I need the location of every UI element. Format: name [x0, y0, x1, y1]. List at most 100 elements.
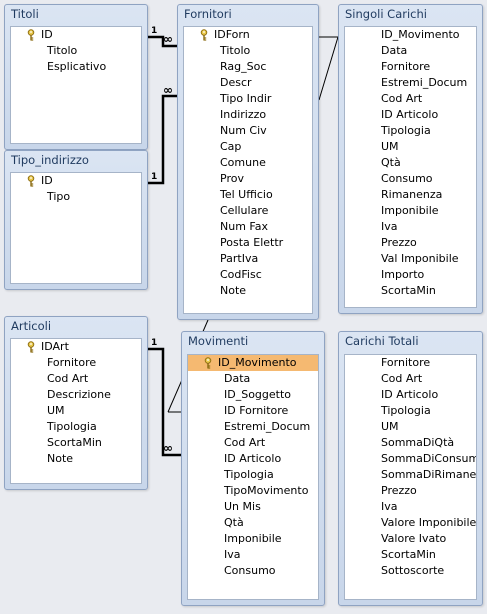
field-row[interactable]: TipoMovimento	[188, 483, 318, 499]
field-row[interactable]: Rimanenza	[345, 187, 476, 203]
field-row[interactable]: Consumo	[188, 563, 318, 579]
field-row[interactable]: Imponibile	[188, 531, 318, 547]
table-titoli[interactable]: Titoli ID Titolo Esplicativo	[4, 4, 148, 150]
field-row[interactable]: Importo	[345, 267, 476, 283]
field-row[interactable]: Iva	[188, 547, 318, 563]
field-row[interactable]: Prezzo	[345, 235, 476, 251]
field-row[interactable]: ID Articolo	[345, 107, 476, 123]
field-list[interactable]: ID Tipo	[10, 172, 142, 284]
table-title[interactable]: Movimenti	[182, 332, 324, 350]
field-row[interactable]: Titolo	[11, 43, 141, 59]
field-row[interactable]: Tipo	[11, 189, 141, 205]
field-row[interactable]: Qtà	[188, 515, 318, 531]
field-row[interactable]: Tipologia	[345, 123, 476, 139]
field-row[interactable]: ID Articolo	[188, 451, 318, 467]
relationship-tipo_indirizzo-fornitori[interactable]: 1 ∞	[148, 83, 177, 185]
table-singoli_carichi[interactable]: Singoli Carichi ID_Movimento Data Fornitor…	[338, 4, 483, 314]
field-row[interactable]: ScortaMin	[345, 547, 476, 563]
field-row[interactable]: Tel Ufficio	[184, 187, 312, 203]
field-row[interactable]: SommaDiQtà	[345, 435, 476, 451]
field-row[interactable]: Cod Art	[345, 371, 476, 387]
table-title[interactable]: Carichi Totali	[339, 332, 482, 350]
field-row[interactable]: SommaDiRimanenza	[345, 467, 476, 483]
field-list[interactable]: Fornitore Cod Art ID Articolo Tipologia UM So…	[344, 354, 477, 600]
table-title[interactable]: Fornitori	[178, 5, 318, 23]
field-row[interactable]: Descr	[184, 75, 312, 91]
field-row[interactable]: Sottoscorte	[345, 563, 476, 579]
table-title[interactable]: Singoli Carichi	[339, 5, 482, 23]
field-row[interactable]: Prov	[184, 171, 312, 187]
field-row[interactable]: Esplicativo	[11, 59, 141, 75]
field-row[interactable]: Estremi_Docum	[188, 419, 318, 435]
field-row[interactable]: UM	[11, 403, 141, 419]
field-row[interactable]: Fornitore	[345, 59, 476, 75]
field-row[interactable]: Note	[11, 451, 141, 467]
field-row[interactable]: ID Articolo	[345, 387, 476, 403]
field-row[interactable]: Tipo Indir	[184, 91, 312, 107]
relationship-articoli-movimenti[interactable]: 1 ∞	[148, 338, 181, 457]
field-row[interactable]: ScortaMin	[345, 283, 476, 299]
field-row[interactable]: Num Civ	[184, 123, 312, 139]
field-row[interactable]: Tipologia	[188, 467, 318, 483]
field-row[interactable]: Iva	[345, 219, 476, 235]
table-title[interactable]: Tipo_indirizzo	[5, 151, 147, 169]
field-row[interactable]: Note	[184, 283, 312, 299]
field-row[interactable]: Indirizzo	[184, 107, 312, 123]
primary-key-field[interactable]: IDForn	[184, 27, 312, 43]
field-row[interactable]: Posta Elettr	[184, 235, 312, 251]
table-carichi_totali[interactable]: Carichi Totali Fornitore Cod Art ID Artico…	[338, 331, 483, 606]
field-list[interactable]: IDForn Titolo Rag_Soc Descr Tipo Indir Indiri…	[183, 26, 313, 314]
field-row[interactable]: ScortaMin	[11, 435, 141, 451]
field-row[interactable]: Data	[188, 371, 318, 387]
field-row[interactable]: Data	[345, 43, 476, 59]
table-movimenti[interactable]: Movimenti ID_Movimento Data ID_Soggetto ID …	[181, 331, 325, 606]
field-row[interactable]: Valore Imponibile	[345, 515, 476, 531]
relationship-titoli-fornitori[interactable]: 1 ∞	[148, 26, 177, 48]
field-row[interactable]: Tipologia	[11, 419, 141, 435]
field-row[interactable]: Num Fax	[184, 219, 312, 235]
table-articoli[interactable]: Articoli IDArt Fornitore Cod Art Descrizion…	[4, 316, 148, 490]
field-row[interactable]: Comune	[184, 155, 312, 171]
primary-key-field[interactable]: ID	[11, 173, 141, 189]
field-row[interactable]: SommaDiConsumo	[345, 451, 476, 467]
field-row[interactable]: UM	[345, 419, 476, 435]
field-list[interactable]: ID Titolo Esplicativo	[10, 26, 142, 144]
field-row[interactable]: Un Mis	[188, 499, 318, 515]
field-row[interactable]: Qtà	[345, 155, 476, 171]
primary-key-field[interactable]: IDArt	[11, 339, 141, 355]
field-row[interactable]: Estremi_Docum	[345, 75, 476, 91]
field-row[interactable]: ID Fornitore	[188, 403, 318, 419]
field-row[interactable]: Descrizione	[11, 387, 141, 403]
field-row[interactable]: Valore Ivato	[345, 531, 476, 547]
field-row[interactable]: Fornitore	[11, 355, 141, 371]
field-list[interactable]: IDArt Fornitore Cod Art Descrizione UM Tipolo…	[10, 338, 142, 484]
field-row[interactable]: PartIva	[184, 251, 312, 267]
field-row[interactable]: Cod Art	[345, 91, 476, 107]
field-row[interactable]: Prezzo	[345, 483, 476, 499]
field-row[interactable]: UM	[345, 139, 476, 155]
field-row[interactable]: Fornitore	[345, 355, 476, 371]
field-row[interactable]: Consumo	[345, 171, 476, 187]
table-title[interactable]: Titoli	[5, 5, 147, 23]
table-fornitori[interactable]: Fornitori IDForn Titolo Rag_Soc Descr Tipo I…	[177, 4, 319, 320]
field-row[interactable]: Cod Art	[11, 371, 141, 387]
field-row[interactable]: Titolo	[184, 43, 312, 59]
field-row[interactable]: Cellulare	[184, 203, 312, 219]
field-row[interactable]: Tipologia	[345, 403, 476, 419]
field-row[interactable]: Val Imponibile	[345, 251, 476, 267]
field-row[interactable]: ID_Movimento	[345, 27, 476, 43]
table-title[interactable]: Articoli	[5, 317, 147, 335]
field-label: ScortaMin	[381, 284, 436, 297]
field-row[interactable]: Imponibile	[345, 203, 476, 219]
field-row[interactable]: Rag_Soc	[184, 59, 312, 75]
field-row[interactable]: Iva	[345, 499, 476, 515]
primary-key-field[interactable]: ID_Movimento	[188, 355, 318, 371]
field-list[interactable]: ID_Movimento Data ID_Soggetto ID Fornitore E…	[187, 354, 319, 600]
field-row[interactable]: ID_Soggetto	[188, 387, 318, 403]
field-row[interactable]: Cod Art	[188, 435, 318, 451]
field-row[interactable]: CodFisc	[184, 267, 312, 283]
field-list[interactable]: ID_Movimento Data Fornitore Estremi_Docum Co…	[344, 26, 477, 308]
table-tipo_indirizzo[interactable]: Tipo_indirizzo ID Tipo	[4, 150, 148, 290]
field-row[interactable]: Cap	[184, 139, 312, 155]
primary-key-field[interactable]: ID	[11, 27, 141, 43]
